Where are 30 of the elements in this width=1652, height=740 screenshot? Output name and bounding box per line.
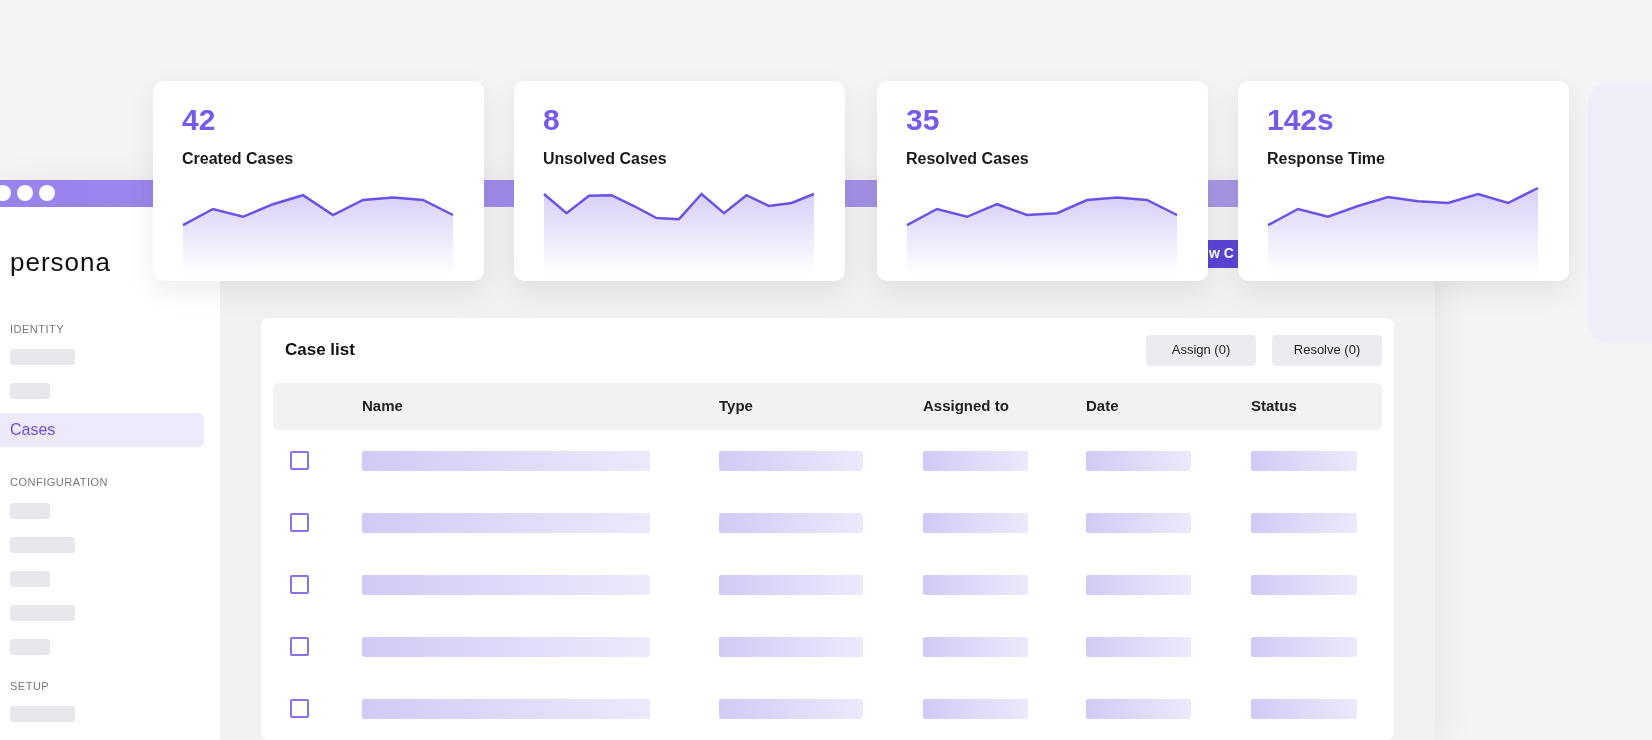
window-control-dot[interactable] (17, 185, 33, 202)
stat-label: Created Cases (182, 149, 294, 169)
column-header: Name (362, 397, 403, 414)
stat-value: 8 (543, 103, 560, 136)
column-header: Type (719, 397, 753, 414)
section-heading: SETUP (9, 678, 50, 694)
stat-label: Unsolved Cases (543, 149, 667, 169)
row-checkbox[interactable] (290, 637, 309, 656)
stat-value: 42 (182, 103, 216, 136)
action-button[interactable]: Resolve (0) (1272, 334, 1382, 366)
stat-label: Response Time (1267, 149, 1385, 169)
stat-value: 35 (906, 103, 940, 136)
section-heading: IDENTITY (9, 321, 65, 337)
sidebar-link[interactable]: Cases (0, 413, 204, 447)
column-header: Status (1251, 397, 1297, 414)
stat-value: 142s (1267, 103, 1334, 136)
window-control-dot[interactable] (0, 185, 11, 202)
column-header: Assigned to (923, 397, 1009, 414)
column-header: Date (1086, 397, 1119, 414)
action-button[interactable]: Assign (0) (1146, 334, 1256, 366)
row-checkbox[interactable] (290, 451, 309, 470)
new-case-button[interactable]: w C (1207, 239, 1238, 268)
window-control-dot[interactable] (39, 185, 55, 202)
row-checkbox[interactable] (290, 699, 309, 718)
logo-text: persona (9, 245, 111, 279)
row-checkbox[interactable] (290, 513, 309, 532)
row-checkbox[interactable] (290, 575, 309, 594)
section-heading: CONFIGURATION (9, 475, 108, 490)
panel-title: Case list (285, 339, 355, 362)
stat-label: Resolved Cases (906, 149, 1029, 169)
